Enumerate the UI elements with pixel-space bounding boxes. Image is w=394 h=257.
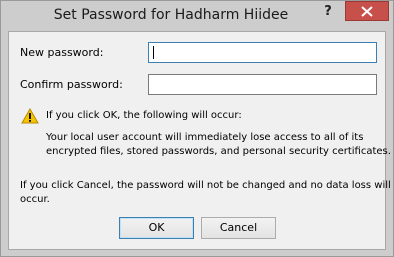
title-bar[interactable]: Set Password for Hadharm Hiidee ? xyxy=(1,1,393,31)
dialog-body: New password: Confirm password: If you c… xyxy=(8,31,391,250)
confirm-password-field[interactable] xyxy=(148,74,377,95)
ok-button[interactable]: OK xyxy=(119,217,194,239)
new-password-field[interactable] xyxy=(148,42,377,63)
warning-line-1: Your local user account will immediately… xyxy=(46,132,364,143)
cancel-note-line-1: If you click Cancel, the password will n… xyxy=(20,180,391,191)
warning-line-2: encrypted files, stored passwords, and p… xyxy=(46,146,391,157)
text-caret xyxy=(153,46,154,59)
set-password-dialog: Set Password for Hadharm Hiidee ? New pa… xyxy=(0,0,394,257)
warning-triangle-icon xyxy=(21,108,39,124)
cancel-note-line-2: occur. xyxy=(20,194,50,205)
dialog-title: Set Password for Hadharm Hiidee xyxy=(53,7,289,23)
help-button[interactable]: ? xyxy=(313,2,343,22)
close-icon xyxy=(361,6,373,17)
confirm-password-label: Confirm password: xyxy=(20,78,123,91)
cancel-button[interactable]: Cancel xyxy=(201,217,276,239)
close-button[interactable] xyxy=(345,1,389,21)
new-password-label: New password: xyxy=(20,46,104,59)
warning-heading: If you click OK, the following will occu… xyxy=(46,110,242,121)
